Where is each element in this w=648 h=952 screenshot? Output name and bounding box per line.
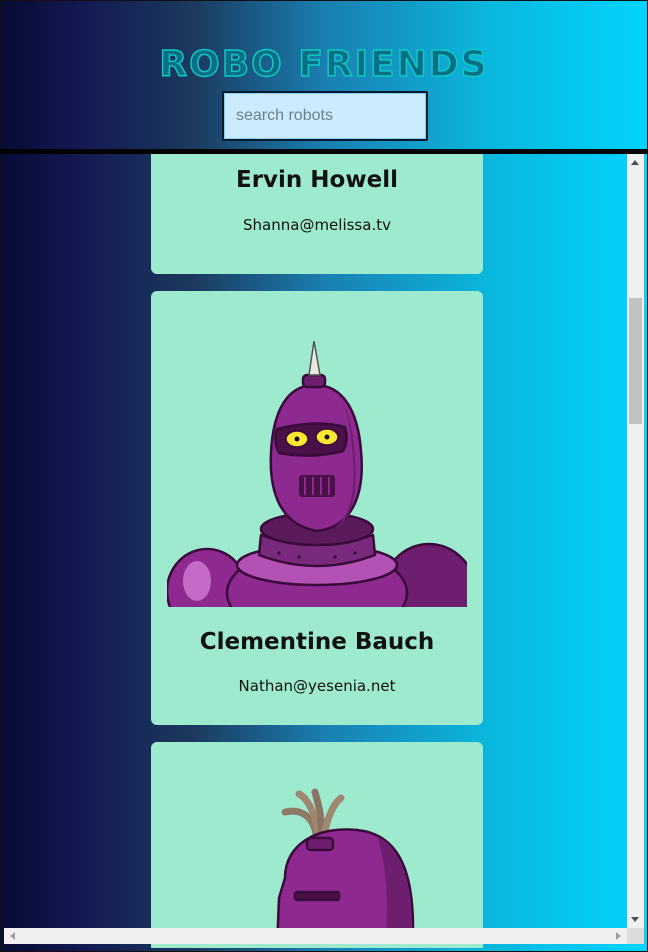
scroll-down-arrow-icon[interactable] <box>631 917 639 922</box>
robot-card[interactable]: Clementine Bauch Nathan@yesenia.net <box>151 291 483 725</box>
robot-avatar-icon <box>276 788 415 938</box>
robot-card[interactable]: Ervin Howell Shanna@melissa.tv <box>151 154 483 274</box>
robot-avatar-icon <box>167 341 467 607</box>
robot-name: Ervin Howell <box>236 167 398 193</box>
scroll-up-arrow-icon[interactable] <box>631 160 639 165</box>
app-title: ROBO FRIENDS <box>159 43 489 86</box>
scroll-left-arrow-icon[interactable] <box>10 932 15 940</box>
scrollbar-corner <box>627 928 644 944</box>
robot-email: Nathan@yesenia.net <box>238 677 396 695</box>
scroll-right-arrow-icon[interactable] <box>616 932 621 940</box>
robot-name: Clementine Bauch <box>199 629 435 655</box>
robot-card[interactable] <box>151 742 483 948</box>
search-input[interactable] <box>222 91 428 141</box>
vertical-scrollbar[interactable] <box>627 154 644 928</box>
robot-email: Shanna@melissa.tv <box>243 216 391 234</box>
card-list[interactable]: Ervin Howell Shanna@melissa.tv Clementin… <box>0 149 648 948</box>
horizontal-scrollbar[interactable] <box>4 928 627 944</box>
vertical-scroll-thumb[interactable] <box>629 298 642 424</box>
